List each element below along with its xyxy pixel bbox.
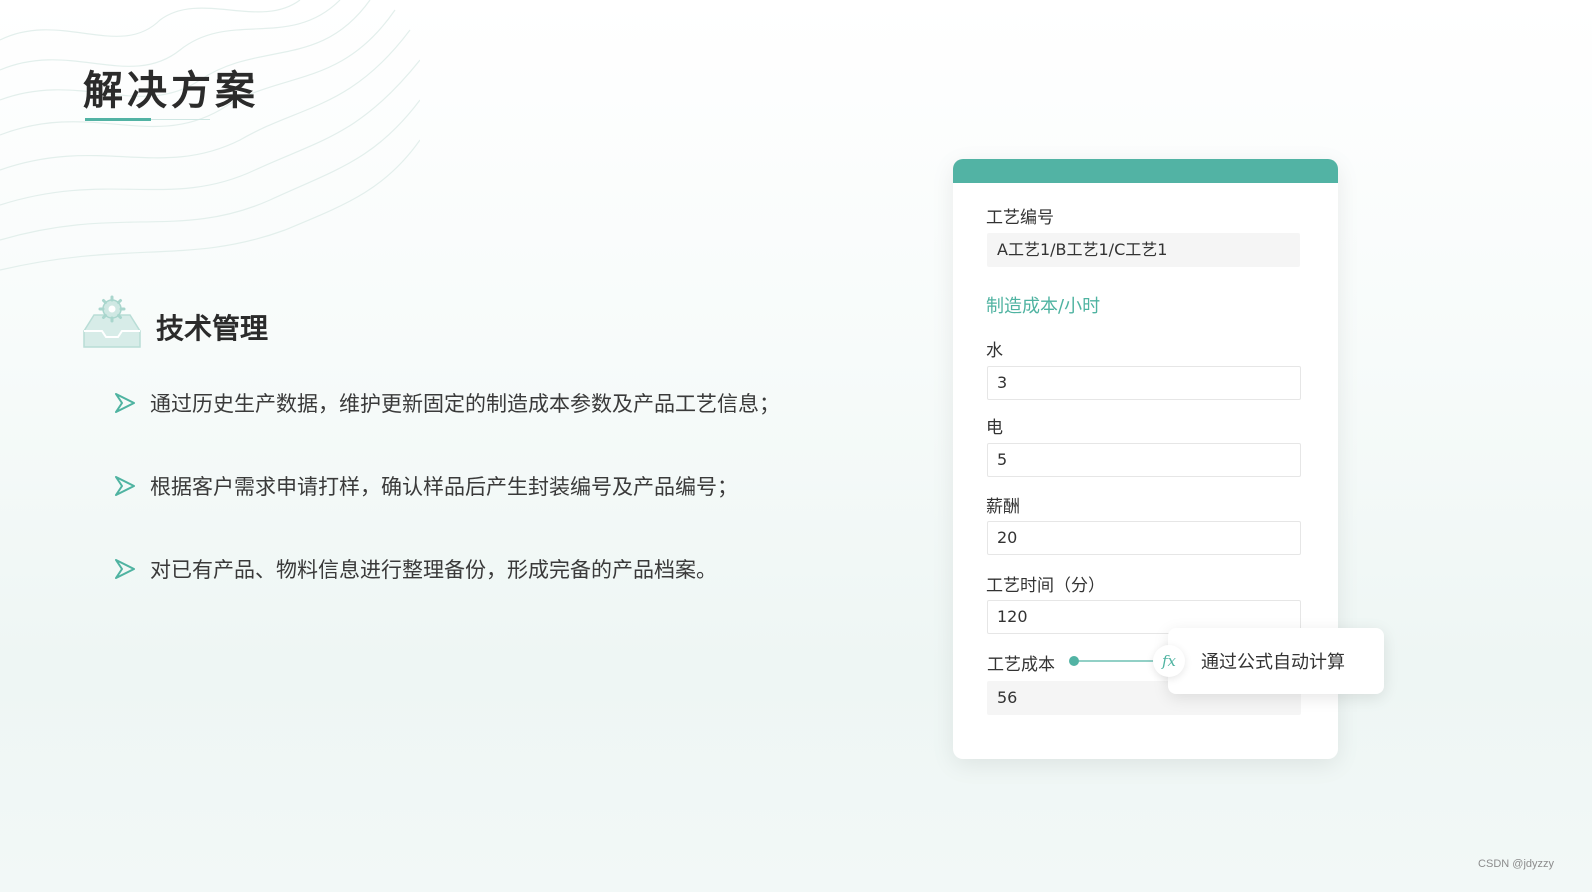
process-no-label: 工艺编号 (986, 208, 1054, 228)
contour-lines-decoration (0, 0, 420, 271)
water-input[interactable]: 3 (987, 366, 1301, 400)
bullet-text: 对已有产品、物料信息进行整理备份，形成完备的产品档案。 (150, 558, 717, 582)
formula-fx-icon[interactable]: fx (1153, 645, 1185, 677)
title-underline (85, 118, 210, 121)
bullet-item: 对已有产品、物料信息进行整理备份，形成完备的产品档案。 (114, 554, 717, 584)
title-underline-rest (151, 119, 210, 120)
section-title: 技术管理 (156, 312, 269, 345)
electric-label: 电 (986, 418, 1003, 438)
salary-label: 薪酬 (986, 497, 1020, 517)
arrow-right-icon (115, 559, 135, 579)
bullet-item: 根据客户需求申请打样，确认样品后产生封装编号及产品编号； (114, 471, 738, 501)
electric-input[interactable]: 5 (987, 443, 1301, 477)
water-label: 水 (986, 341, 1003, 361)
cost-section-label: 制造成本/小时 (986, 296, 1101, 317)
bullet-item: 通过历史生产数据，维护更新固定的制造成本参数及产品工艺信息； (114, 388, 780, 418)
page-title: 解决方案 (83, 68, 259, 114)
arrow-right-icon (115, 476, 135, 496)
process-no-field[interactable]: A工艺1/B工艺1/C工艺1 (987, 233, 1300, 267)
salary-input[interactable]: 20 (987, 521, 1301, 555)
process-time-label: 工艺时间（分） (986, 576, 1105, 596)
formula-tooltip-text: 通过公式自动计算 (1201, 652, 1345, 673)
watermark: CSDN @jdyzzy (1478, 858, 1554, 870)
bullet-text: 根据客户需求申请打样，确认样品后产生封装编号及产品编号； (150, 475, 738, 499)
tray-gear-icon (83, 295, 141, 348)
arrow-right-icon (115, 393, 135, 413)
bullet-text: 通过历史生产数据，维护更新固定的制造成本参数及产品工艺信息； (150, 392, 780, 416)
card-header-bar (953, 159, 1338, 183)
process-cost-label: 工艺成本 (987, 655, 1055, 675)
title-underline-accent (85, 118, 151, 121)
formula-connector (1069, 656, 1160, 666)
formula-tooltip: 通过公式自动计算 (1168, 628, 1384, 694)
